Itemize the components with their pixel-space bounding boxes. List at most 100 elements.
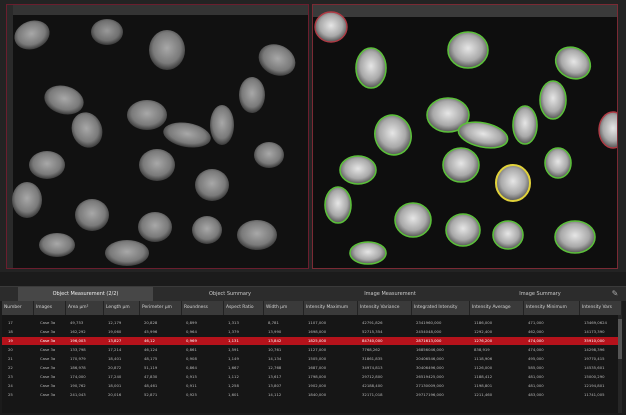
table-cell: 25 [8, 392, 13, 397]
column-header[interactable]: Width μm [264, 301, 304, 315]
column-header[interactable]: Area μm² [66, 301, 104, 315]
segmented-image-pane[interactable] [312, 4, 618, 269]
table-cell: 15000,290 [584, 374, 605, 379]
table-cell: 17,240 [108, 374, 122, 379]
table-cell: 20406546,000 [416, 356, 444, 361]
table-cell: 2871613,000 [416, 338, 442, 343]
table-cell: 170,979 [70, 356, 86, 361]
table-cell: 1,258 [228, 383, 239, 388]
table-cell: 241,043 [70, 392, 86, 397]
table-cell: 14298,396 [584, 347, 605, 352]
table-scrollbar[interactable] [618, 315, 622, 413]
table-cell: 0,864 [186, 365, 197, 370]
table-cell: 7768,262 [362, 347, 381, 352]
table-cell: 12,768 [268, 365, 282, 370]
table-cell: 1698,000 [308, 329, 327, 334]
table-cell: Case 3a [40, 329, 56, 334]
table-cell: 1840,000 [308, 392, 327, 397]
table-cell: 46,12 [144, 338, 155, 343]
column-header[interactable]: Aspect Ratio [224, 301, 264, 315]
column-header[interactable]: Roundness [182, 301, 224, 315]
table-cell: 11741,005 [584, 392, 605, 397]
table-cell: 35910,000 [584, 338, 605, 343]
table-cell: 18,401 [108, 356, 122, 361]
column-header[interactable]: Length μm [104, 301, 140, 315]
table-cell: 45,996 [144, 329, 158, 334]
table-cell: 24 [8, 383, 13, 388]
table-row[interactable]: 25 Case 3a 241,043 20,016 52,871 0,925 1,601 14… [2, 391, 622, 399]
column-header[interactable]: Number [2, 301, 34, 315]
table-cell: 14535,601 [584, 365, 605, 370]
table-cell: Case 3a [40, 356, 56, 361]
table-cell: 1687,000 [308, 365, 327, 370]
scrollbar-thumb[interactable] [618, 319, 622, 359]
table-cell: 1,601 [228, 392, 239, 397]
table-cell: 17 [8, 320, 13, 325]
column-header[interactable]: Intensity Average [470, 301, 524, 315]
table-cell: 0,908 [186, 356, 197, 361]
table-cell: Case 3a [40, 347, 56, 352]
table-row[interactable]: 20 Case 3a 133,798 17,214 46,124 0,861 1,591 10… [2, 346, 622, 354]
table-cell: Case 3a [40, 392, 56, 397]
table-cell: Case 3a [40, 320, 56, 325]
table-cell: 2454048,000 [416, 329, 442, 334]
table-cell: 22 [8, 365, 13, 370]
table-cell: 0,861 [186, 347, 197, 352]
table-cell: 52715,354 [362, 329, 383, 334]
tab-image-measurement[interactable]: Image Measurement [305, 287, 475, 301]
table-cell: 12194,801 [584, 383, 605, 388]
table-row[interactable]: 24 Case 3a 190,762 18,001 48,461 0,911 1,258 13… [2, 382, 622, 390]
table-cell: 162,292 [70, 329, 86, 334]
table-cell: 29717196,000 [416, 392, 444, 397]
table-cell: 1211,460 [474, 392, 493, 397]
table-row[interactable]: 23 Case 3a 174,000 17,240 47,830 0,915 1,112 13… [2, 373, 622, 381]
table-cell: 49,753 [70, 320, 84, 325]
table-row[interactable]: 19 Case 3a 196,003 13,827 46,12 0,969 1,131 13,… [2, 337, 622, 345]
table-cell: 1118,906 [474, 356, 493, 361]
table-cell: 42188,400 [362, 383, 383, 388]
table-row[interactable]: 21 Case 3a 170,979 18,401 48,175 0,908 1,149 14… [2, 355, 622, 363]
table-cell: 31861,835 [362, 356, 383, 361]
measurement-tabs: Object Measurement (2/2) Object Summary … [0, 286, 626, 301]
table-cell: 471,000 [528, 320, 544, 325]
table-cell: 20,016 [108, 392, 122, 397]
table-cell: 13,990 [268, 329, 282, 334]
table-cell: 1292,400 [474, 329, 493, 334]
selected-nucleus[interactable] [495, 164, 531, 202]
table-cell: 46,124 [144, 347, 158, 352]
table-cell: 186,978 [70, 365, 86, 370]
table-cell: 474,000 [528, 347, 544, 352]
table-cell: 42791,826 [362, 320, 383, 325]
table-cell: Case 3a [40, 383, 56, 388]
table-cell: 13,617 [268, 374, 282, 379]
table-cell: 48,175 [144, 356, 158, 361]
table-row[interactable]: 22 Case 3a 186,978 20,872 51,119 0,864 1,667 12… [2, 364, 622, 372]
table-cell: 174,000 [70, 374, 86, 379]
column-header[interactable]: Intensity Minimum [524, 301, 580, 315]
tab-object-summary[interactable]: Object Summary [155, 287, 305, 301]
column-header[interactable]: Integrated Intensity [412, 301, 470, 315]
table-cell: 26519425,000 [416, 374, 444, 379]
raw-image-pane[interactable] [6, 4, 309, 269]
table-cell: 838,919 [474, 347, 490, 352]
table-row[interactable]: 17 Case 3a 49,753 12,179 20,828 0,899 1,313 8,7… [2, 319, 622, 327]
table-cell: 47,830 [144, 374, 158, 379]
table-row[interactable]: 18 Case 3a 162,292 19,060 45,996 0,964 1,379 13… [2, 328, 622, 336]
table-cell: 1198,801 [474, 383, 493, 388]
table-cell: 16856046,000 [416, 347, 444, 352]
column-header[interactable]: Intensity Maximum [304, 301, 358, 315]
table-cell: Case 3a [40, 338, 56, 343]
tab-object-measurement[interactable]: Object Measurement (2/2) [18, 287, 153, 301]
table-cell: 0,964 [186, 329, 197, 334]
table-cell: 1505,000 [308, 356, 327, 361]
column-header[interactable]: Perimeter μm [140, 301, 182, 315]
column-header[interactable]: Intensity Variance [358, 301, 412, 315]
column-header[interactable]: Intensity Vars [580, 301, 622, 315]
table-cell: 34974,813 [362, 365, 383, 370]
table-cell: 1,591 [228, 347, 239, 352]
tab-image-summary[interactable]: Image Summary [475, 287, 605, 301]
wrench-icon[interactable]: ✎ [610, 289, 620, 299]
table-cell: 27130009,000 [416, 383, 444, 388]
column-header[interactable]: Images [34, 301, 66, 315]
table-cell: 133,798 [70, 347, 86, 352]
